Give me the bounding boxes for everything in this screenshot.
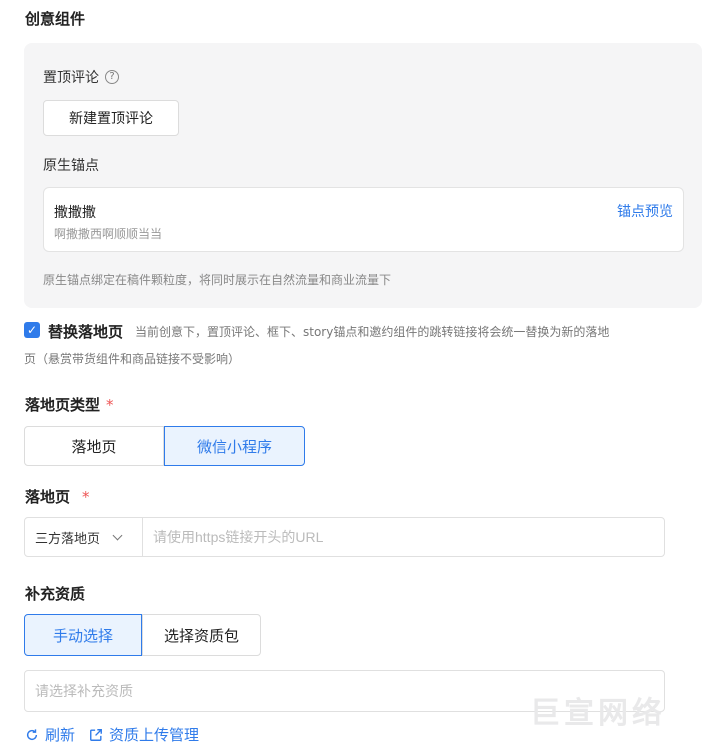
anchor-description: 啊撒撒西啊顺顺当当 bbox=[54, 227, 163, 241]
pinned-comment-label-text: 置顶评论 bbox=[43, 70, 99, 86]
qualification-mode-segmented: 手动选择 选择资质包 bbox=[24, 614, 261, 656]
anchor-name: 撒撒撒 bbox=[54, 205, 96, 221]
qualification-option-package[interactable]: 选择资质包 bbox=[142, 614, 261, 656]
qualification-upload-manage-link[interactable]: 资质上传管理 bbox=[89, 724, 199, 745]
required-mark: * bbox=[82, 488, 90, 506]
native-anchor-note: 原生锚点绑定在稿件颗粒度，将同时展示在自然流量和商业流量下 bbox=[43, 273, 392, 287]
qualification-actions: 刷新 资质上传管理 bbox=[25, 724, 199, 745]
refresh-link[interactable]: 刷新 bbox=[25, 724, 75, 745]
required-mark: * bbox=[106, 396, 114, 414]
chevron-down-icon bbox=[112, 530, 123, 540]
native-anchor-label: 原生锚点 bbox=[43, 158, 99, 174]
landing-page-url-input[interactable] bbox=[143, 518, 664, 556]
anchor-preview-link[interactable]: 锚点预览 bbox=[617, 201, 673, 221]
refresh-icon bbox=[26, 728, 38, 740]
pinned-comment-label: 置顶评论 ? bbox=[43, 67, 119, 87]
external-link-icon bbox=[90, 728, 102, 741]
landing-page-label-text: 落地页 bbox=[25, 488, 71, 506]
landing-page-source-select[interactable]: 三方落地页 bbox=[25, 518, 143, 556]
landing-type-option-landing-page[interactable]: 落地页 bbox=[24, 426, 164, 466]
landing-page-input-group: 三方落地页 bbox=[24, 517, 665, 557]
replace-landing-checkbox[interactable]: ✓ bbox=[24, 322, 40, 338]
landing-type-segmented: 落地页 微信小程序 bbox=[24, 426, 305, 466]
creative-component-panel bbox=[24, 43, 702, 308]
supplement-qualification-label: 补充资质 bbox=[25, 585, 86, 603]
replace-landing-label[interactable]: 替换落地页 bbox=[48, 321, 123, 342]
landing-type-label: 落地页类型 * bbox=[25, 394, 114, 415]
replace-landing-description: 当前创意下，置顶评论、框下、story锚点和邀约组件的跳转链接将会统一替换为新的… bbox=[135, 325, 610, 339]
landing-type-label-text: 落地页类型 bbox=[25, 396, 101, 414]
landing-type-option-wechat-miniprogram[interactable]: 微信小程序 bbox=[164, 426, 305, 466]
landing-page-source-value: 三方落地页 bbox=[35, 531, 101, 547]
qualification-option-manual[interactable]: 手动选择 bbox=[24, 614, 142, 656]
refresh-label: 刷新 bbox=[45, 726, 76, 744]
landing-page-label: 落地页 * bbox=[25, 486, 90, 507]
qualification-upload-manage-label: 资质上传管理 bbox=[109, 726, 200, 744]
section-title: 创意组件 bbox=[25, 10, 86, 28]
supplement-qualification-input[interactable] bbox=[24, 670, 665, 712]
native-anchor-card[interactable]: 撒撒撒 啊撒撒西啊顺顺当当 锚点预览 bbox=[43, 187, 684, 252]
replace-landing-description-cont: 页（悬赏带货组件和商品链接不受影响） bbox=[24, 352, 241, 366]
question-circle-icon[interactable]: ? bbox=[105, 70, 119, 84]
new-pinned-comment-button[interactable]: 新建置顶评论 bbox=[43, 100, 179, 136]
